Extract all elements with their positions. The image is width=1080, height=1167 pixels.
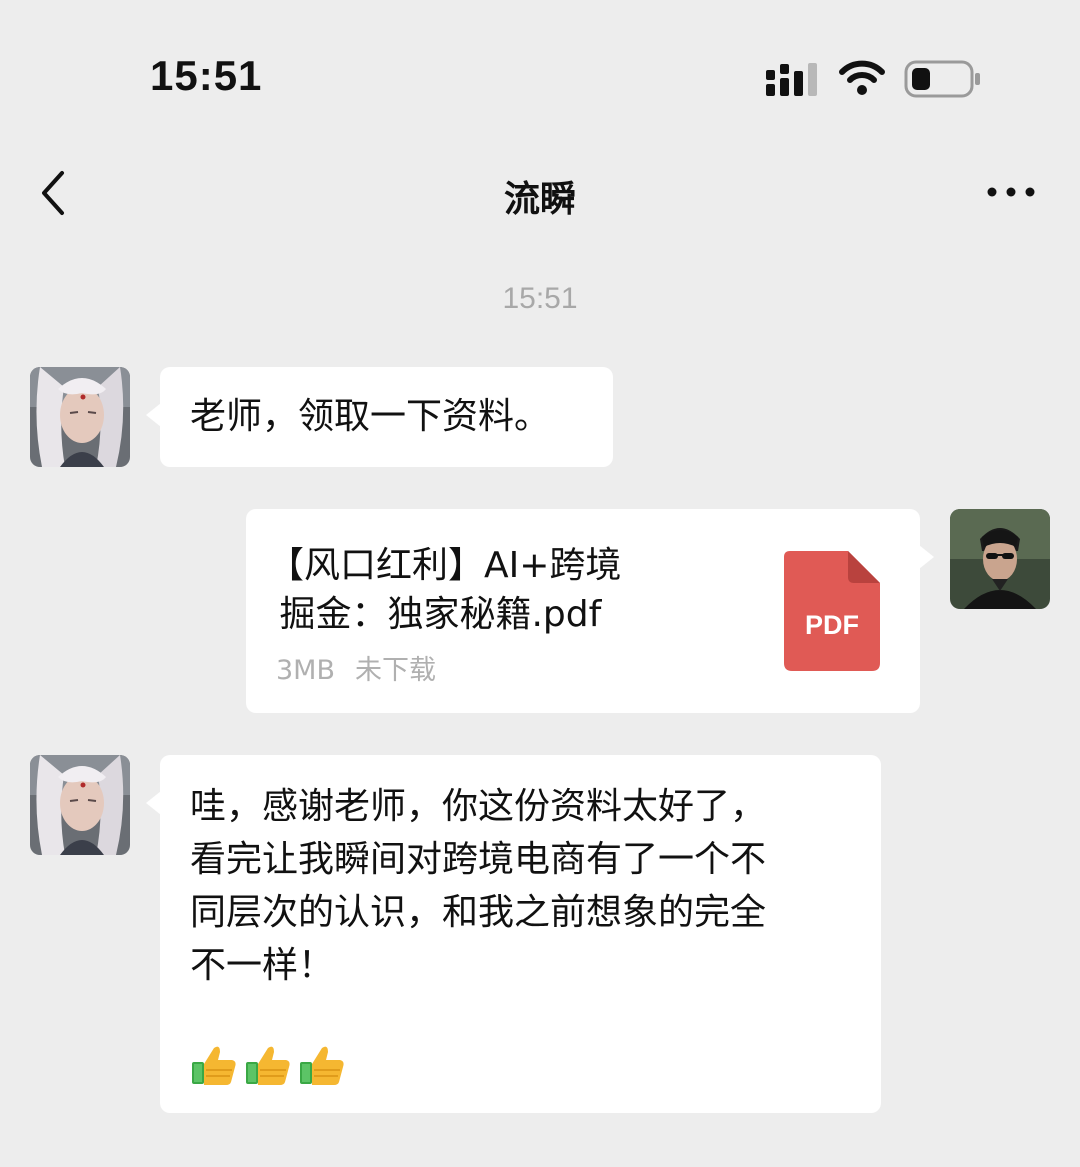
file-name: 【风口红利】AI+跨境 掘金：独家秘籍.pdf (268, 545, 622, 635)
message-text: 老师，领取一下资料。 (190, 396, 551, 437)
self-avatar[interactable] (950, 509, 1050, 609)
thumbs-up-icon (300, 1046, 344, 1085)
battery-icon (904, 60, 980, 98)
message-bubble-received[interactable]: 哇，感谢老师，你这份资料太好了， 看完让我瞬间对跨境电商有了一个不 同层次的认识… (146, 755, 881, 1113)
chat-title: 流瞬 (503, 179, 576, 220)
message-bubble-received[interactable]: 老师，领取一下资料。 (146, 367, 613, 467)
file-message-card[interactable]: 【风口红利】AI+跨境 掘金：独家秘籍.pdf 3MB 未下载 PDF (246, 509, 934, 713)
message-text: 哇，感谢老师，你这份资料太好了， 看完让我瞬间对跨境电商有了一个不 同层次的认识… (190, 786, 767, 986)
cellular-signal-icon (766, 63, 817, 96)
message-timestamp: 15:51 (502, 282, 578, 315)
chat-screen: 15:51 流瞬 15:51 老师，领取一下资料。 【风口红利】AI+跨境 掘金… (0, 0, 1080, 1167)
thumbs-up-icon (246, 1046, 290, 1085)
emoji-row (190, 1040, 346, 1088)
file-size: 3MB (276, 655, 335, 686)
pdf-label: PDF (805, 610, 859, 640)
more-options-button[interactable] (984, 172, 1040, 212)
contact-avatar[interactable] (30, 367, 130, 467)
contact-avatar[interactable] (30, 755, 130, 855)
file-download-status: 未下载 (355, 655, 436, 686)
status-time: 15:51 (150, 52, 263, 99)
pdf-file-icon: PDF (784, 551, 880, 671)
thumbs-up-icon (192, 1046, 236, 1085)
file-meta: 3MB 未下载 (276, 648, 436, 687)
wifi-icon (839, 60, 885, 95)
